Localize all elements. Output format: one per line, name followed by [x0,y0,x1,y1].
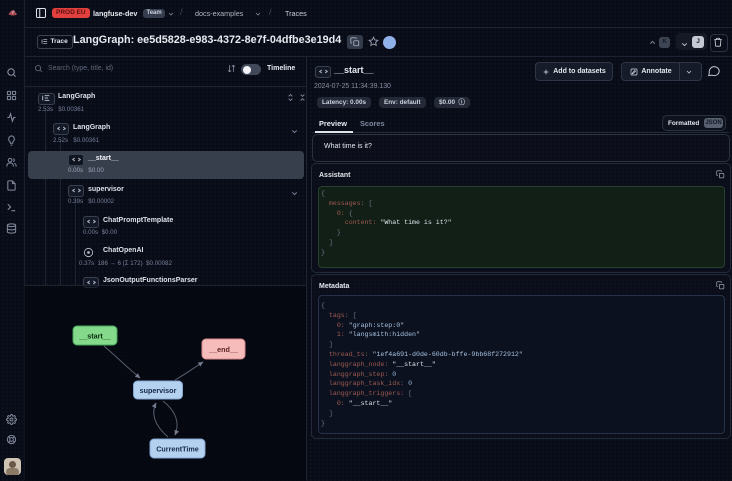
svg-text:CurrentTime: CurrentTime [156,445,199,454]
svg-text:__end__: __end__ [208,345,239,354]
svg-text:supervisor: supervisor [140,386,177,395]
svg-text:__start__: __start__ [78,332,112,341]
